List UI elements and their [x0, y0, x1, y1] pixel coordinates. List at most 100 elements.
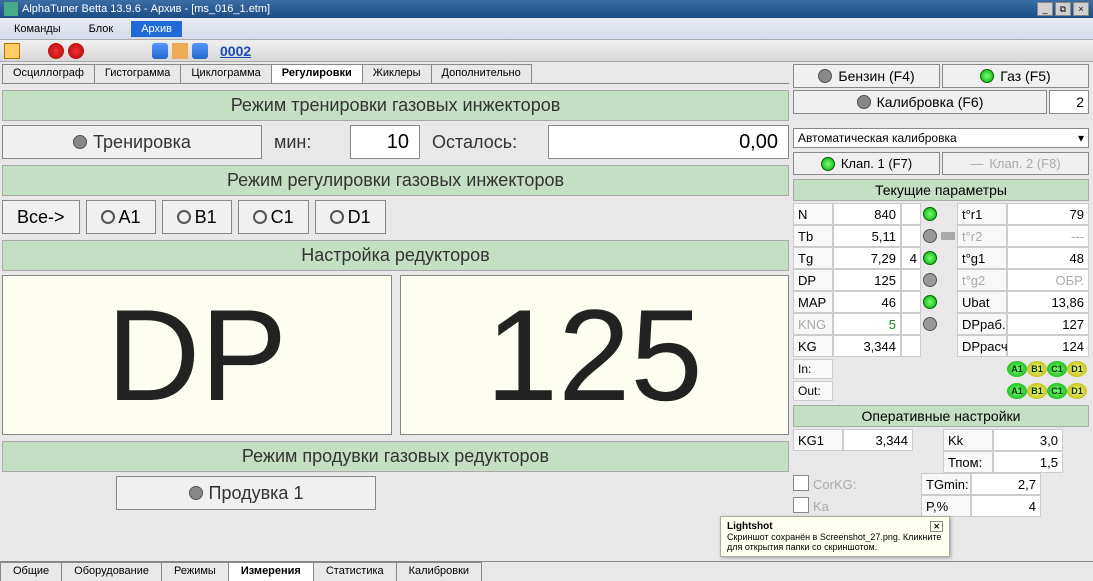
param-subvalue	[901, 335, 921, 357]
btab-measurements[interactable]: Измерения	[228, 562, 314, 581]
params-header: Текущие параметры	[793, 179, 1089, 201]
param-value: 46	[833, 291, 901, 313]
tab-cyclogram[interactable]: Циклограмма	[180, 64, 271, 83]
close-button[interactable]: ×	[1073, 2, 1089, 16]
cyl-c1[interactable]: C1	[238, 200, 309, 234]
restore-button[interactable]: ⧉	[1055, 2, 1071, 16]
training-button[interactable]: Тренировка	[2, 125, 262, 159]
cyl-d1[interactable]: D1	[315, 200, 386, 234]
param-value2: 124	[1007, 335, 1089, 357]
param-label2: t°r2	[957, 225, 1007, 247]
bar-icon	[939, 203, 957, 225]
param-value2: 79	[1007, 203, 1089, 225]
p-value[interactable]: 4	[971, 495, 1041, 517]
tab-jets[interactable]: Жиклеры	[362, 64, 432, 83]
petrol-button[interactable]: Бензин (F4)	[793, 64, 940, 88]
left-label: Осталось:	[424, 125, 544, 159]
param-label2: t°r1	[957, 203, 1007, 225]
lightshot-toast[interactable]: Lightshot⨯ Скриншот сохранён в Screensho…	[720, 516, 950, 557]
cyl-icon: B1	[1027, 383, 1047, 399]
tgmin-label: TGmin:	[921, 473, 971, 495]
param-value2: ---	[1007, 225, 1089, 247]
left-value: 0,00	[548, 125, 789, 159]
petrol-led-icon	[818, 69, 832, 83]
bar-icon	[939, 247, 957, 269]
out-cyls: A1 B1 C1 D1	[833, 381, 1089, 401]
param-value: 125	[833, 269, 901, 291]
app-icon	[4, 2, 18, 16]
auto-calib-dropdown[interactable]: Автоматическая калибровка	[793, 128, 1089, 148]
stop-icon[interactable]	[68, 43, 84, 59]
menu-archive[interactable]: Архив	[131, 21, 182, 37]
tgmin-value[interactable]: 2,7	[971, 473, 1041, 495]
param-label2: t°g1	[957, 247, 1007, 269]
tab-adjustments[interactable]: Регулировки	[271, 64, 363, 83]
params-table: N840t°r179Tb5,11t°r2---Tg7,294t°g148DP12…	[793, 203, 1089, 357]
calib-value[interactable]: 2	[1049, 90, 1089, 114]
param-subvalue	[901, 313, 921, 335]
kk-value[interactable]: 3,0	[993, 429, 1063, 451]
bar-icon	[939, 313, 957, 335]
valve1-button[interactable]: Клап. 1 (F7)	[793, 152, 940, 175]
purge-button[interactable]: Продувка 1	[116, 476, 376, 510]
param-subvalue	[901, 291, 921, 313]
param-label2: DPраб.	[957, 313, 1007, 335]
tab-histogram[interactable]: Гистограмма	[94, 64, 182, 83]
param-label: MAP	[793, 291, 833, 313]
titlebar: AlphaTuner Betta 13.9.6 - Архив - [ms_01…	[0, 0, 1093, 18]
gas-button[interactable]: Газ (F5)	[942, 64, 1089, 88]
gas-led-icon	[980, 69, 994, 83]
menu-block[interactable]: Блок	[79, 21, 124, 37]
menu-commands[interactable]: Команды	[4, 21, 71, 37]
next-icon[interactable]	[192, 43, 208, 59]
kk-label: Kk	[943, 429, 993, 451]
record-icon[interactable]	[48, 43, 64, 59]
radio-icon	[330, 210, 344, 224]
regulation-header: Режим регулировки газовых инжекторов	[2, 165, 789, 196]
btab-equipment[interactable]: Оборудование	[61, 562, 162, 581]
cyl-icon: B1	[1027, 361, 1047, 377]
toast-close-icon[interactable]: ⨯	[930, 521, 943, 532]
kg1-value[interactable]: 3,344	[843, 429, 913, 451]
menubar: Команды Блок Архив	[0, 18, 1093, 40]
btab-general[interactable]: Общие	[0, 562, 62, 581]
param-label: KG	[793, 335, 833, 357]
param-value: 5	[833, 313, 901, 335]
btab-calibrations[interactable]: Калибровки	[396, 562, 482, 581]
minimize-button[interactable]: _	[1037, 2, 1053, 16]
purge-led-icon	[189, 486, 203, 500]
calib-led-icon	[857, 95, 871, 109]
param-led-icon	[921, 225, 939, 247]
param-label: N	[793, 203, 833, 225]
tpom-value[interactable]: 1,5	[993, 451, 1063, 473]
ka-label: Ka	[813, 495, 921, 517]
prev-icon[interactable]	[152, 43, 168, 59]
radio-icon	[101, 210, 115, 224]
min-input[interactable]: 10	[350, 125, 420, 159]
ka-checkbox[interactable]	[793, 497, 809, 513]
param-value: 3,344	[833, 335, 901, 357]
cyl-a1[interactable]: A1	[86, 200, 156, 234]
tab-additional[interactable]: Дополнительно	[431, 64, 532, 83]
reducer-value: 125	[400, 275, 790, 435]
bar-icon	[939, 335, 957, 357]
reducer-header: Настройка редукторов	[2, 240, 789, 271]
cyl-icon: D1	[1067, 361, 1087, 377]
training-led-icon	[73, 135, 87, 149]
toolbar: 0002	[0, 40, 1093, 62]
btab-statistics[interactable]: Статистика	[313, 562, 397, 581]
valve2-button[interactable]: —Клап. 2 (F8)	[942, 152, 1089, 175]
tab-oscillograph[interactable]: Осциллограф	[2, 64, 95, 83]
frame-counter[interactable]: 0002	[220, 43, 251, 59]
param-subvalue	[901, 225, 921, 247]
corkg-checkbox[interactable]	[793, 475, 809, 491]
param-subvalue: 4	[901, 247, 921, 269]
calib-button[interactable]: Калибровка (F6)	[793, 90, 1047, 114]
all-button[interactable]: Все->	[2, 200, 80, 234]
folder-icon[interactable]	[4, 43, 20, 59]
cyl-b1[interactable]: B1	[162, 200, 232, 234]
btab-modes[interactable]: Режимы	[161, 562, 229, 581]
param-value2: 127	[1007, 313, 1089, 335]
pause-icon[interactable]	[172, 43, 188, 59]
param-led-icon	[921, 269, 939, 291]
